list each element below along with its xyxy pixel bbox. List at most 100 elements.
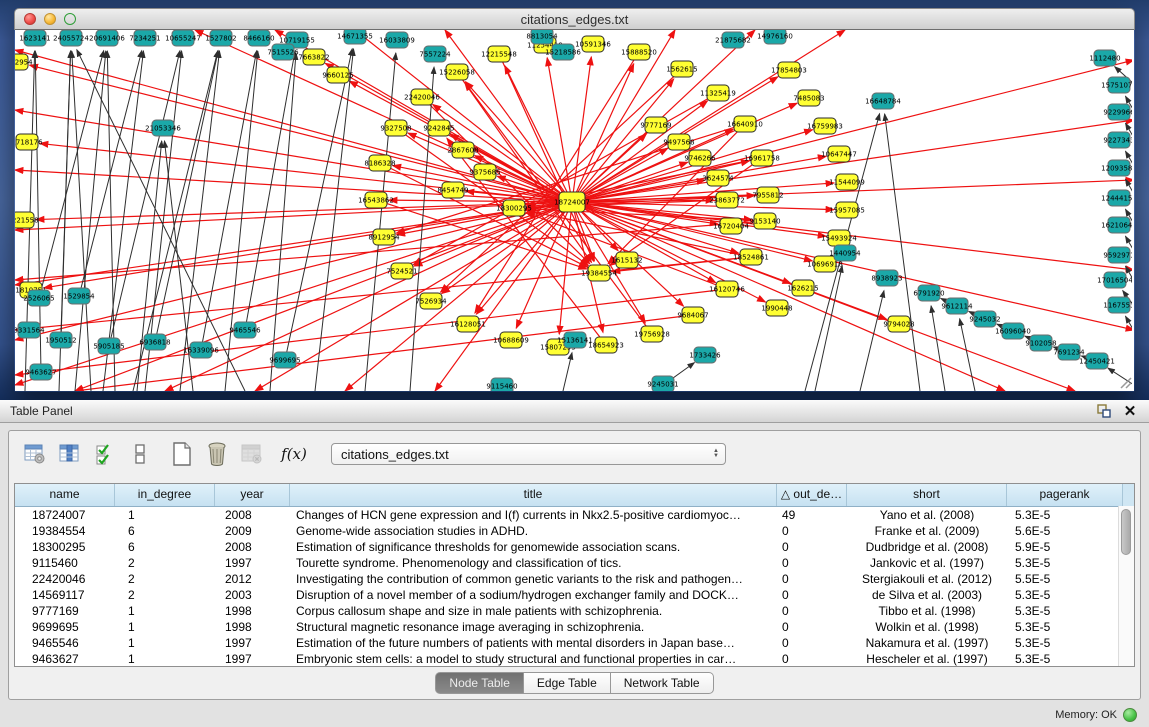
network-edge[interactable]	[563, 353, 572, 391]
network-node[interactable]: 21053346	[145, 120, 181, 136]
network-node[interactable]: 9612114	[941, 298, 973, 314]
network-node[interactable]: 19756928	[634, 326, 670, 342]
network-node[interactable]: 12444150	[1101, 190, 1132, 206]
scrollbar-thumb[interactable]	[1121, 509, 1131, 555]
network-edge[interactable]	[526, 213, 727, 289]
network-edge[interactable]	[885, 114, 920, 391]
network-edge[interactable]	[15, 289, 727, 375]
network-node[interactable]: 7524521	[386, 263, 417, 279]
column-header-year[interactable]: year	[215, 484, 290, 506]
network-node[interactable]: 10655247	[165, 30, 201, 46]
network-node[interactable]: 9245032	[969, 311, 1000, 327]
network-node[interactable]: 7557224	[419, 46, 451, 62]
network-node[interactable]: 1626215	[787, 280, 818, 296]
network-node[interactable]: 1221558	[15, 212, 39, 228]
network-edge[interactable]	[155, 51, 218, 342]
select-all-icon[interactable]	[91, 440, 119, 468]
network-node[interactable]: 9660125	[322, 67, 353, 83]
table-row[interactable]: 1872400712008Changes of HCN gene express…	[15, 507, 1134, 523]
table-row[interactable]: 911546021997Tourette syndrome. Phenomeno…	[15, 555, 1134, 571]
network-node[interactable]: 1615132	[611, 252, 642, 268]
network-node[interactable]: 9112954	[15, 54, 33, 70]
network-edge[interactable]	[815, 266, 842, 391]
network-node[interactable]: 8454749	[437, 182, 468, 198]
network-node[interactable]: 2718176	[15, 134, 43, 150]
network-node[interactable]: 16961758	[744, 150, 780, 166]
tab-network-table[interactable]: Network Table	[611, 672, 714, 694]
network-node[interactable]: 9327508	[380, 120, 411, 136]
tab-edge-table[interactable]: Edge Table	[524, 672, 611, 694]
network-node[interactable]: 17854803	[771, 62, 807, 78]
network-node[interactable]: 9465546	[229, 322, 261, 338]
network-node[interactable]: 16543862	[358, 192, 394, 208]
network-node[interactable]: 14671355	[337, 30, 373, 44]
network-node[interactable]: 1112480	[1089, 50, 1120, 66]
network-node[interactable]: 16033809	[379, 32, 415, 48]
network-node[interactable]: 9746266	[684, 150, 716, 166]
network-edge[interactable]	[572, 79, 674, 202]
network-node[interactable]: 6936818	[139, 334, 170, 350]
network-node[interactable]: 2526065	[23, 290, 54, 306]
network-node[interactable]: 15226058	[439, 64, 475, 80]
column-header-pagerank[interactable]: pagerank	[1007, 484, 1123, 506]
network-node[interactable]: 20691406	[89, 30, 125, 46]
network-edge[interactable]	[75, 202, 572, 391]
network-node[interactable]: 17016504	[1097, 272, 1132, 288]
table-row[interactable]: 977716911998Corpus callosum shape and si…	[15, 603, 1134, 619]
network-node[interactable]: 10647447	[821, 146, 857, 162]
resize-grip-icon[interactable]	[1118, 375, 1132, 389]
network-node[interactable]: 2867608	[447, 142, 478, 158]
network-node[interactable]: 24055724	[53, 30, 89, 46]
network-node[interactable]: 21875682	[715, 32, 751, 48]
network-edge[interactable]	[931, 306, 945, 391]
network-node[interactable]: 1950512	[45, 332, 76, 348]
network-edge[interactable]	[285, 49, 352, 360]
network-node[interactable]: 7485083	[793, 90, 824, 106]
network-node[interactable]: 9592971	[1103, 247, 1132, 263]
network-node[interactable]: 10688609	[493, 332, 529, 348]
table-row[interactable]: 1456911722003Disruption of a novel membe…	[15, 587, 1134, 603]
network-node[interactable]: 15751074	[1101, 77, 1132, 93]
network-node[interactable]: 8938923	[871, 270, 902, 286]
network-node[interactable]: 9684067	[677, 307, 708, 323]
network-node[interactable]: 9102058	[1025, 335, 1056, 351]
network-node[interactable]: 9463627	[25, 364, 56, 380]
network-node[interactable]: 7234251	[129, 30, 160, 46]
network-edge[interactable]	[559, 202, 572, 334]
network-node[interactable]: 9777169	[640, 117, 671, 133]
network-node[interactable]: 3624574	[702, 170, 734, 186]
table-row[interactable]: 1938455462009Genome-wide association stu…	[15, 523, 1134, 539]
network-node[interactable]: 16210643	[1101, 217, 1132, 233]
tab-node-table[interactable]: Node Table	[435, 672, 524, 694]
network-node[interactable]: 5905185	[93, 338, 124, 354]
network-node[interactable]: 9153140	[749, 213, 780, 229]
network-node[interactable]: 1990448	[761, 300, 792, 316]
network-node[interactable]: 9794028	[883, 316, 914, 332]
float-window-icon[interactable]	[1095, 402, 1113, 420]
network-window[interactable]: citations_edges.txt 18724007795581216961…	[14, 8, 1135, 392]
network-node[interactable]: 9375685	[469, 164, 500, 180]
network-node[interactable]: 9242845	[423, 120, 454, 136]
network-node[interactable]: 15888520	[621, 44, 657, 60]
network-edge[interactable]	[245, 53, 295, 330]
network-node[interactable]: 1440954	[829, 245, 861, 261]
network-node[interactable]: 9229966	[1103, 104, 1132, 120]
network-node[interactable]: 1527802	[205, 30, 236, 46]
network-node[interactable]: 6791920	[913, 285, 944, 301]
network-node[interactable]: 12215548	[481, 46, 517, 62]
network-edge[interactable]	[79, 51, 142, 296]
clear-selection-icon[interactable]	[126, 440, 154, 468]
network-node[interactable]: 9245031	[647, 376, 678, 391]
network-node[interactable]: 9497568	[663, 134, 694, 150]
window-titlebar[interactable]: citations_edges.txt	[14, 8, 1135, 30]
network-edge[interactable]	[547, 58, 572, 202]
network-node[interactable]: 1623141	[19, 30, 50, 46]
network-node[interactable]: 11325419	[700, 85, 736, 101]
network-node[interactable]: 16120746	[709, 281, 745, 297]
table-row[interactable]: 969969511998Structural magnetic resonanc…	[15, 619, 1134, 635]
close-icon[interactable]: ✕	[1121, 402, 1139, 420]
network-node[interactable]: 7955812	[752, 187, 783, 203]
table-source-select[interactable]: citations_edges.txt ▲▼	[331, 443, 726, 465]
network-node[interactable]: 9227343	[1103, 132, 1132, 148]
network-node[interactable]: 8912954	[368, 229, 400, 245]
